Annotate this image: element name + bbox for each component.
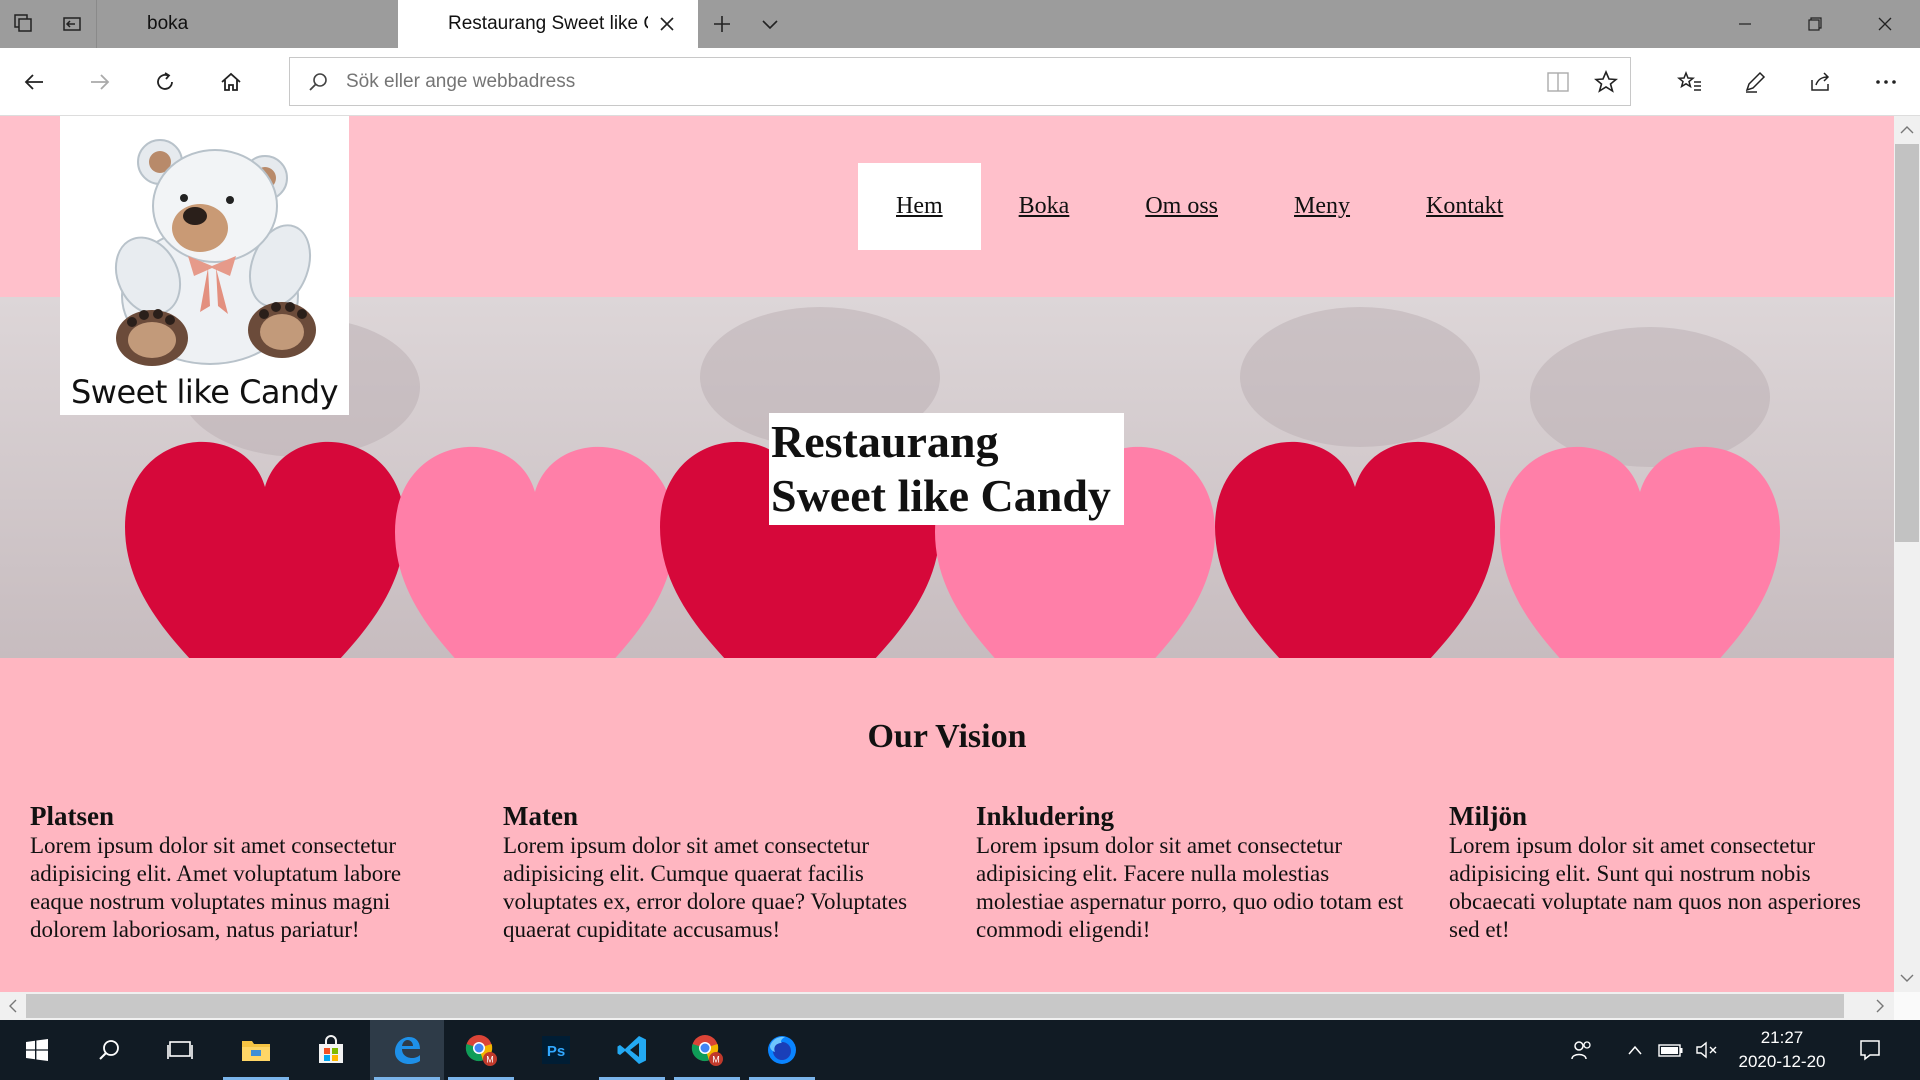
- scroll-left-icon[interactable]: [1, 994, 25, 1018]
- menu-item-kontakt[interactable]: Kontakt: [1388, 163, 1541, 250]
- photoshop-icon[interactable]: Ps: [519, 1020, 593, 1080]
- share-icon[interactable]: [1796, 58, 1844, 106]
- tab-title: boka: [147, 13, 189, 34]
- vision-column-miljon: Miljön Lorem ipsum dolor sit amet consec…: [1449, 800, 1879, 944]
- menu-item-meny[interactable]: Meny: [1256, 163, 1388, 250]
- taskbar: M Ps M 21:27 2020-12-20: [0, 1020, 1920, 1080]
- start-windows-icon[interactable]: [0, 1020, 74, 1080]
- home-button[interactable]: [207, 58, 255, 106]
- menu-item-om-oss[interactable]: Om oss: [1107, 163, 1256, 250]
- favorite-star-icon[interactable]: [1582, 58, 1630, 105]
- vertical-scroll-thumb[interactable]: [1895, 144, 1919, 542]
- chrome-second-profile-icon[interactable]: M: [670, 1020, 744, 1080]
- horizontal-scroll-thumb[interactable]: [26, 994, 1844, 1018]
- hero-title-line1: Restaurang: [771, 416, 999, 467]
- vision-column-maten: Maten Lorem ipsum dolor sit amet consect…: [503, 800, 933, 944]
- minimize-button[interactable]: [1710, 0, 1780, 48]
- new-tab-button[interactable]: [698, 0, 746, 48]
- vision-section: Our Vision Platsen Lorem ipsum dolor sit…: [0, 658, 1894, 992]
- action-center-icon[interactable]: [1850, 1020, 1890, 1080]
- clock-date: 2020-12-20: [1738, 1052, 1826, 1071]
- file-explorer-icon[interactable]: [219, 1020, 293, 1080]
- more-options-icon[interactable]: [1862, 58, 1910, 106]
- column-text: Lorem ipsum dolor sit amet consectetur a…: [30, 833, 402, 942]
- window-controls: [1710, 0, 1920, 48]
- hero-title-line2: Sweet like Candy: [771, 470, 1111, 521]
- vision-title: Our Vision: [867, 718, 1027, 755]
- svg-text:M: M: [486, 1055, 494, 1065]
- svg-text:M: M: [712, 1055, 720, 1065]
- favorites-hub-icon[interactable]: [1666, 58, 1714, 106]
- column-text: Lorem ipsum dolor sit amet consectetur a…: [503, 833, 908, 942]
- vision-column-platsen: Platsen Lorem ipsum dolor sit amet conse…: [30, 800, 460, 944]
- firefox-icon[interactable]: [745, 1020, 819, 1080]
- search-icon: [290, 71, 346, 93]
- back-button[interactable]: [10, 58, 58, 106]
- refresh-button[interactable]: [141, 58, 189, 106]
- logo-text: Sweet like Candy: [70, 373, 339, 411]
- edge-browser-icon[interactable]: [370, 1020, 444, 1080]
- clock-time: 21:27: [1760, 1028, 1804, 1047]
- column-text: Lorem ipsum dolor sit amet consectetur a…: [1449, 833, 1861, 942]
- vertical-scrollbar[interactable]: [1894, 116, 1920, 992]
- svg-text:Ps: Ps: [547, 1043, 565, 1060]
- address-bar[interactable]: [289, 57, 1631, 106]
- scroll-down-icon[interactable]: [1895, 966, 1919, 990]
- tab-boka[interactable]: boka: [96, 0, 398, 48]
- menu-item-hem[interactable]: Hem: [858, 163, 981, 250]
- web-notes-pen-icon[interactable]: [1731, 58, 1779, 106]
- tab-title: Restaurang Sweet like Candy: [448, 13, 648, 34]
- chrome-profile-icon[interactable]: M: [444, 1020, 518, 1080]
- scroll-up-icon[interactable]: [1895, 118, 1919, 142]
- close-window-button[interactable]: [1850, 0, 1920, 48]
- menu-item-boka[interactable]: Boka: [981, 163, 1108, 250]
- main-menu: Hem Boka Om oss Meny Kontakt: [858, 163, 1541, 250]
- column-text: Lorem ipsum dolor sit amet consectetur a…: [976, 833, 1404, 942]
- navigation-bar: [0, 48, 1920, 116]
- vision-column-inkludering: Inkludering Lorem ipsum dolor sit amet c…: [976, 800, 1406, 944]
- forward-button[interactable]: [76, 58, 124, 106]
- scrollbar-corner: [1894, 992, 1920, 1020]
- show-hidden-icons-chevron-icon[interactable]: [1618, 1020, 1652, 1080]
- reading-view-icon[interactable]: [1534, 58, 1582, 105]
- tab-preview-chevron-icon[interactable]: [746, 0, 794, 48]
- tab-bar: boka Restaurang Sweet like Candy: [0, 0, 1920, 48]
- address-input[interactable]: [346, 70, 1496, 93]
- horizontal-scrollbar[interactable]: [0, 992, 1894, 1020]
- page-viewport: Hem Boka Om oss Meny Kontakt Sweet like …: [0, 116, 1894, 992]
- column-heading: Platsen: [30, 801, 114, 831]
- search-taskbar-icon[interactable]: [72, 1020, 146, 1080]
- scroll-right-icon[interactable]: [1868, 994, 1892, 1018]
- tab-manager-icon[interactable]: [0, 0, 48, 48]
- column-heading: Maten: [503, 801, 578, 831]
- column-heading: Miljön: [1449, 801, 1527, 831]
- task-view-icon[interactable]: [143, 1020, 217, 1080]
- vscode-icon[interactable]: [595, 1020, 669, 1080]
- battery-icon[interactable]: [1654, 1020, 1688, 1080]
- set-aside-tabs-icon[interactable]: [48, 0, 96, 48]
- tab-restaurang[interactable]: Restaurang Sweet like Candy: [398, 0, 698, 48]
- people-icon[interactable]: [1562, 1020, 1602, 1080]
- microsoft-store-icon[interactable]: [294, 1020, 368, 1080]
- hero-title: Restaurang Sweet like Candy: [769, 413, 1124, 525]
- restore-button[interactable]: [1780, 0, 1850, 48]
- teddy-bear-icon: [114, 139, 316, 366]
- column-heading: Inkludering: [976, 801, 1115, 831]
- system-clock[interactable]: 21:27 2020-12-20: [1712, 1026, 1852, 1074]
- close-tab-icon[interactable]: [656, 13, 678, 35]
- site-logo[interactable]: Sweet like Candy: [60, 116, 349, 415]
